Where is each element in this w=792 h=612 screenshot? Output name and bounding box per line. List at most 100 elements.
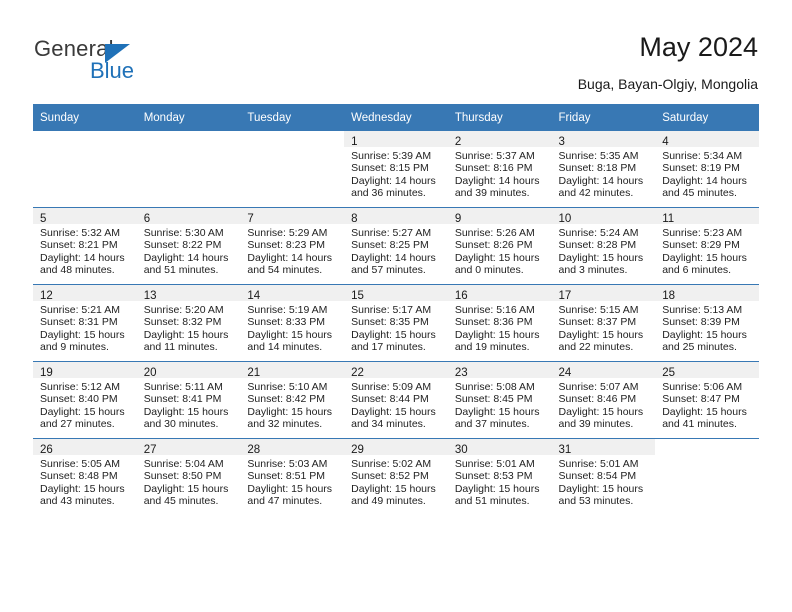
calendar-day-cell[interactable]: 20 Sunrise: 5:11 AM Sunset: 8:41 PM Dayligh… [136, 361, 241, 439]
daylight-text-line1: Daylight: 14 hours [662, 174, 747, 187]
day-cell-inner: 12 Sunrise: 5:21 AM Sunset: 8:31 PM Dayligh… [33, 285, 137, 361]
daylight-text-line1: Daylight: 15 hours [40, 482, 125, 495]
day-cell-inner: 15 Sunrise: 5:17 AM Sunset: 8:35 PM Dayligh… [344, 285, 448, 361]
calendar-day-cell[interactable]: 10 Sunrise: 5:24 AM Sunset: 8:28 PM Dayligh… [551, 207, 656, 285]
calendar-day-cell[interactable]: 27 Sunrise: 5:04 AM Sunset: 8:50 PM Dayligh… [136, 438, 241, 515]
sunrise-text: Sunrise: 5:04 AM [143, 458, 224, 470]
day-number: 29 [351, 444, 364, 456]
sunset-text: Sunset: 8:22 PM [143, 239, 222, 252]
day-sun-info: Sunrise: 5:24 AM Sunset: 8:28 PM Daylight:… [552, 224, 656, 277]
calendar-day-cell[interactable]: 24 Sunrise: 5:07 AM Sunset: 8:46 PM Dayligh… [551, 361, 656, 439]
sunset-text: Sunset: 8:37 PM [558, 316, 637, 329]
weekday-header-monday: Monday [136, 104, 241, 131]
sunset-text: Sunset: 8:52 PM [351, 470, 429, 483]
day-number: 19 [40, 367, 53, 379]
sunrise-text: Sunrise: 5:37 AM [454, 150, 535, 162]
day-number: 13 [143, 290, 157, 302]
day-number-band [137, 131, 241, 147]
calendar-day-cell[interactable]: 21 Sunrise: 5:10 AM Sunset: 8:42 PM Dayligh… [240, 361, 345, 439]
calendar-day-cell[interactable]: 5 Sunrise: 5:32 AM Sunset: 8:21 PM Daylight… [33, 207, 137, 285]
sunrise-text: Sunrise: 5:17 AM [351, 304, 432, 316]
calendar-day-cell[interactable]: 7 Sunrise: 5:29 AM Sunset: 8:23 PM Daylight… [240, 207, 345, 285]
sunrise-sunset-calendar: Sunday Monday Tuesday Wednesday Thursday… [33, 104, 759, 515]
daylight-text-line2: and 37 minutes. [454, 418, 530, 431]
calendar-day-cell[interactable]: 6 Sunrise: 5:30 AM Sunset: 8:22 PM Daylight… [136, 207, 241, 285]
sunset-text: Sunset: 8:29 PM [662, 239, 740, 252]
sunrise-text: Sunrise: 5:02 AM [351, 458, 432, 470]
day-number: 30 [454, 444, 468, 456]
sunrise-text: Sunrise: 5:07 AM [558, 381, 639, 393]
day-cell-inner: 24 Sunrise: 5:07 AM Sunset: 8:46 PM Dayligh… [551, 362, 656, 438]
calendar-day-cell[interactable]: 8 Sunrise: 5:27 AM Sunset: 8:25 PM Daylight… [344, 207, 448, 285]
calendar-day-cell[interactable]: 16 Sunrise: 5:16 AM Sunset: 8:36 PM Dayligh… [447, 284, 552, 362]
calendar-day-cell[interactable]: 30 Sunrise: 5:01 AM Sunset: 8:53 PM Dayligh… [447, 438, 552, 515]
sunset-text: Sunset: 8:23 PM [247, 239, 326, 252]
calendar-day-cell[interactable]: 28 Sunrise: 5:03 AM Sunset: 8:51 PM Dayligh… [240, 438, 345, 515]
calendar-day-cell[interactable]: 18 Sunrise: 5:13 AM Sunset: 8:39 PM Dayligh… [655, 284, 759, 362]
day-sun-info: Sunrise: 5:04 AM Sunset: 8:50 PM Daylight:… [137, 455, 241, 508]
calendar-day-cell[interactable]: 3 Sunrise: 5:35 AM Sunset: 8:18 PM Daylight… [551, 131, 656, 208]
calendar-day-cell[interactable]: 23 Sunrise: 5:08 AM Sunset: 8:45 PM Dayligh… [447, 361, 552, 439]
day-number-band: 22 [344, 362, 448, 379]
sunrise-text: Sunrise: 5:08 AM [454, 381, 535, 393]
day-cell-inner: 11 Sunrise: 5:23 AM Sunset: 8:29 PM Dayligh… [655, 208, 759, 284]
calendar-day-cell[interactable]: 15 Sunrise: 5:17 AM Sunset: 8:35 PM Dayligh… [344, 284, 448, 362]
daylight-text-line1: Daylight: 15 hours [247, 328, 333, 341]
day-number: 27 [143, 444, 157, 456]
day-number-band: 1 [344, 131, 448, 148]
day-number: 7 [247, 213, 254, 225]
calendar-day-cell[interactable]: 2 Sunrise: 5:37 AM Sunset: 8:16 PM Daylight… [447, 131, 552, 208]
day-sun-info: Sunrise: 5:39 AM Sunset: 8:15 PM Daylight:… [344, 147, 448, 200]
day-cell-inner [33, 131, 137, 207]
day-number-band: 24 [551, 362, 656, 379]
calendar-day-cell[interactable]: 17 Sunrise: 5:15 AM Sunset: 8:37 PM Dayligh… [551, 284, 656, 362]
sunset-text: Sunset: 8:45 PM [454, 393, 533, 406]
calendar-week-row: 1 Sunrise: 5:39 AM Sunset: 8:15 PM Daylight… [33, 131, 759, 208]
calendar-day-cell[interactable]: 19 Sunrise: 5:12 AM Sunset: 8:40 PM Dayligh… [33, 361, 137, 439]
sunrise-text: Sunrise: 5:05 AM [40, 458, 120, 470]
day-number-band: 30 [447, 439, 552, 456]
day-number-band: 20 [136, 362, 241, 379]
sunrise-text: Sunrise: 5:23 AM [662, 227, 743, 239]
weekday-header-tuesday: Tuesday [240, 104, 345, 131]
day-cell-inner: 9 Sunrise: 5:26 AM Sunset: 8:26 PM Daylight… [447, 208, 552, 284]
day-cell-inner [136, 131, 241, 207]
calendar-day-cell[interactable]: 1 Sunrise: 5:39 AM Sunset: 8:15 PM Daylight… [344, 131, 448, 208]
calendar-day-cell[interactable]: 31 Sunrise: 5:01 AM Sunset: 8:54 PM Dayligh… [551, 438, 656, 515]
calendar-day-cell[interactable]: 26 Sunrise: 5:05 AM Sunset: 8:48 PM Dayligh… [33, 438, 137, 515]
calendar-day-cell[interactable]: 22 Sunrise: 5:09 AM Sunset: 8:44 PM Dayligh… [344, 361, 448, 439]
day-sun-info: Sunrise: 5:05 AM Sunset: 8:48 PM Daylight:… [33, 455, 137, 508]
daylight-text-line2: and 54 minutes. [247, 264, 323, 277]
calendar-day-cell[interactable]: 13 Sunrise: 5:20 AM Sunset: 8:32 PM Dayligh… [136, 284, 241, 362]
weekday-header-saturday: Saturday [655, 104, 759, 131]
day-cell-inner: 18 Sunrise: 5:13 AM Sunset: 8:39 PM Dayligh… [655, 285, 759, 361]
calendar-day-cell[interactable]: 11 Sunrise: 5:23 AM Sunset: 8:29 PM Dayligh… [655, 207, 759, 285]
calendar-day-cell[interactable]: 14 Sunrise: 5:19 AM Sunset: 8:33 PM Dayligh… [240, 284, 345, 362]
calendar-day-cell[interactable]: 12 Sunrise: 5:21 AM Sunset: 8:31 PM Dayligh… [33, 284, 137, 362]
sunset-text: Sunset: 8:36 PM [454, 316, 533, 329]
calendar-day-cell[interactable]: 25 Sunrise: 5:06 AM Sunset: 8:47 PM Dayligh… [655, 361, 759, 439]
calendar-day-cell[interactable]: 9 Sunrise: 5:26 AM Sunset: 8:26 PM Daylight… [447, 207, 552, 285]
day-sun-info: Sunrise: 5:09 AM Sunset: 8:44 PM Daylight:… [344, 378, 448, 431]
day-sun-info: Sunrise: 5:13 AM Sunset: 8:39 PM Daylight:… [655, 301, 759, 354]
calendar-day-cell[interactable]: 4 Sunrise: 5:34 AM Sunset: 8:19 PM Daylight… [655, 131, 759, 208]
sunrise-text: Sunrise: 5:06 AM [662, 381, 743, 393]
day-number: 1 [351, 136, 358, 148]
sunset-text: Sunset: 8:15 PM [351, 162, 429, 175]
daylight-text-line2: and 43 minutes. [40, 495, 115, 508]
generalblue-logo[interactable]: General Blue [34, 36, 254, 86]
sunset-text: Sunset: 8:19 PM [662, 162, 740, 175]
calendar-day-cell[interactable]: 29 Sunrise: 5:02 AM Sunset: 8:52 PM Dayligh… [344, 438, 448, 515]
daylight-text-line1: Daylight: 14 hours [351, 251, 436, 264]
sunrise-text: Sunrise: 5:10 AM [247, 381, 328, 393]
day-cell-inner: 3 Sunrise: 5:35 AM Sunset: 8:18 PM Daylight… [551, 131, 656, 207]
day-cell-inner: 29 Sunrise: 5:02 AM Sunset: 8:52 PM Dayligh… [344, 439, 448, 515]
day-cell-inner: 2 Sunrise: 5:37 AM Sunset: 8:16 PM Daylight… [447, 131, 552, 207]
daylight-text-line1: Daylight: 14 hours [351, 174, 436, 187]
day-sun-info: Sunrise: 5:26 AM Sunset: 8:26 PM Daylight:… [448, 224, 552, 277]
daylight-text-line2: and 17 minutes. [351, 341, 426, 354]
sunset-text: Sunset: 8:31 PM [40, 316, 118, 329]
day-number: 25 [662, 367, 676, 379]
sunrise-text: Sunrise: 5:12 AM [40, 381, 120, 393]
day-cell-inner: 8 Sunrise: 5:27 AM Sunset: 8:25 PM Daylight… [344, 208, 448, 284]
